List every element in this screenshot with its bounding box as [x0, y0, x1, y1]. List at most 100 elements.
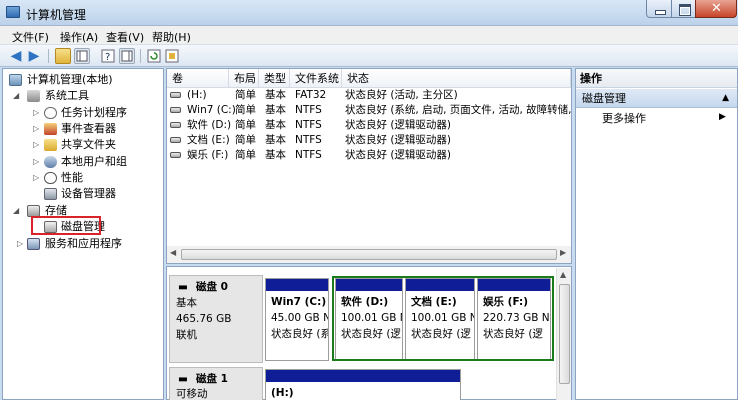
cell-type: 基本 [265, 134, 286, 146]
tree-label: 计算机管理(本地) [27, 73, 113, 86]
menu-view[interactable]: 查看(V) [106, 29, 144, 45]
more-actions-label: 更多操作 [602, 112, 646, 125]
table-row[interactable]: Win7 (C:) 简单 基本 NTFS 状态良好 (系统, 启动, 页面文件,… [167, 103, 596, 118]
toolbar: ◀ ▶ ? [0, 45, 738, 67]
tree-item-system-tools[interactable]: ◢ 系统工具 [7, 88, 162, 104]
device-manager-icon [44, 188, 57, 200]
tree-item-event-viewer[interactable]: ▷ 事件查看器 [7, 121, 162, 137]
properties-icon[interactable]: ? [100, 48, 116, 64]
column-header-status[interactable]: 状态 [342, 69, 571, 88]
cell-filesystem: NTFS [295, 119, 322, 131]
partition-status: 状态良好 (系 [271, 328, 329, 340]
drive-icon [170, 118, 184, 133]
expand-triangle-icon[interactable]: ▷ [33, 121, 39, 137]
tree-item-services[interactable]: ▷ 服务和应用程序 [7, 236, 162, 252]
horizontal-scrollbar[interactable]: ◀ ▶ [167, 246, 571, 263]
collapse-up-icon[interactable]: ▲ [722, 89, 729, 108]
close-icon: ✕ [711, 1, 722, 16]
volume-list: 卷 布局 类型 文件系统 状态 (H:) 简单 基本 FAT32 状态良好 (活… [166, 68, 596, 264]
disk1-label[interactable]: ▬ 磁盘 1 可移动 [169, 367, 263, 400]
cell-status: 状态良好 (系统, 启动, 页面文件, 活动, 故障转储, 主分 [345, 104, 596, 116]
cell-filesystem: NTFS [295, 149, 322, 161]
cell-volume: (H:) [187, 89, 207, 101]
table-row[interactable]: (H:) 简单 基本 FAT32 状态良好 (活动, 主分区) [167, 88, 571, 103]
toolbar-separator [140, 49, 141, 63]
tree-label: 设备管理器 [61, 187, 116, 200]
extended-partition-highlight [332, 276, 554, 361]
actions-pane: 操作 磁盘管理 ▲ 更多操作 ▶ [575, 68, 738, 400]
computer-icon [9, 74, 22, 86]
cell-layout: 简单 [235, 119, 256, 131]
disk0-type: 基本 [176, 297, 197, 309]
scrollbar-thumb[interactable] [559, 284, 570, 384]
menu-file[interactable]: 文件(F) [12, 29, 49, 45]
refresh-icon[interactable] [146, 48, 162, 64]
cell-status: 状态良好 (逻辑驱动器) [345, 119, 452, 131]
minimize-button[interactable] [646, 0, 672, 18]
table-row[interactable]: 娱乐 (F:) 简单 基本 NTFS 状态良好 (逻辑驱动器) [167, 148, 571, 163]
scroll-up-icon[interactable]: ▲ [560, 270, 566, 279]
window-title: 计算机管理 [26, 8, 87, 22]
cell-status: 状态良好 (活动, 主分区) [345, 89, 458, 101]
partition-h[interactable]: (H:) [265, 369, 461, 400]
actions-section-disk-management[interactable]: 磁盘管理 ▲ [576, 89, 737, 108]
back-arrow-icon[interactable]: ◀ [8, 48, 24, 64]
collapse-triangle-icon[interactable]: ◢ [13, 88, 19, 104]
maximize-button[interactable] [671, 0, 696, 18]
vertical-scrollbar[interactable]: ▲ [556, 268, 571, 400]
scroll-left-icon[interactable]: ◀ [170, 248, 176, 257]
cell-volume: 软件 (D:) [187, 119, 232, 131]
tree-item-root[interactable]: 计算机管理(本地) [7, 72, 162, 88]
show-tree-icon[interactable] [74, 48, 90, 64]
shared-folder-icon [44, 139, 57, 151]
expand-triangle-icon[interactable]: ▷ [33, 170, 39, 186]
svg-text:?: ? [105, 52, 110, 63]
collapse-triangle-icon[interactable]: ◢ [13, 203, 19, 219]
forward-arrow-icon[interactable]: ▶ [26, 48, 42, 64]
export-list-icon[interactable] [164, 48, 180, 64]
close-button[interactable]: ✕ [695, 0, 737, 18]
disk0-status: 联机 [176, 329, 197, 341]
tree-item-shared-folders[interactable]: ▷ 共享文件夹 [7, 137, 162, 153]
performance-icon [44, 172, 57, 184]
tree-item-performance[interactable]: ▷ 性能 [7, 170, 162, 186]
event-viewer-icon [44, 123, 57, 135]
partition-bar [266, 370, 460, 382]
expand-triangle-icon[interactable]: ▷ [33, 154, 39, 170]
cell-layout: 简单 [235, 104, 256, 116]
cell-volume: Win7 (C:) [187, 104, 236, 116]
menu-action[interactable]: 操作(A) [60, 29, 98, 45]
expand-triangle-icon[interactable]: ▷ [17, 236, 23, 252]
more-actions-item[interactable]: 更多操作 [602, 111, 646, 127]
table-row[interactable]: 软件 (D:) 简单 基本 NTFS 状态良好 (逻辑驱动器) [167, 118, 571, 133]
column-header-filesystem[interactable]: 文件系统 [290, 69, 342, 88]
column-header-type[interactable]: 类型 [259, 69, 290, 88]
services-icon [27, 238, 40, 250]
tree-label: 共享文件夹 [61, 138, 116, 151]
menu-help[interactable]: 帮助(H) [152, 29, 191, 45]
toolbar-separator [48, 49, 49, 63]
tree-item-local-users[interactable]: ▷ 本地用户和组 [7, 154, 162, 170]
expand-triangle-icon[interactable]: ▷ [33, 105, 39, 121]
disk0-label[interactable]: ▬ 磁盘 0 基本 465.76 GB 联机 [169, 275, 263, 363]
tree-item-task-scheduler[interactable]: ▷ 任务计划程序 [7, 105, 162, 121]
show-action-pane-icon[interactable] [119, 48, 135, 64]
selection-highlight [31, 216, 101, 235]
disk1-type: 可移动 [176, 388, 208, 400]
scrollbar-thumb[interactable] [181, 249, 557, 260]
cell-type: 基本 [265, 89, 286, 101]
column-header-volume[interactable]: 卷 [167, 69, 229, 88]
column-header-layout[interactable]: 布局 [229, 69, 259, 88]
submenu-arrow-icon[interactable]: ▶ [719, 112, 726, 122]
partition-c[interactable]: Win7 (C:) 45.00 GB N 状态良好 (系 [265, 278, 329, 361]
tree-label: 事件查看器 [61, 122, 116, 135]
partition-name: Win7 (C:) [271, 296, 327, 308]
tree-label: 服务和应用程序 [45, 237, 122, 250]
tree-label: 系统工具 [45, 89, 89, 102]
scroll-right-icon[interactable]: ▶ [560, 248, 566, 257]
up-folder-icon[interactable] [55, 48, 71, 64]
tree-item-device-manager[interactable]: 设备管理器 [7, 186, 162, 202]
expand-triangle-icon[interactable]: ▷ [33, 137, 39, 153]
table-row[interactable]: 文档 (E:) 简单 基本 NTFS 状态良好 (逻辑驱动器) [167, 133, 571, 148]
tree-label: 任务计划程序 [61, 106, 127, 119]
